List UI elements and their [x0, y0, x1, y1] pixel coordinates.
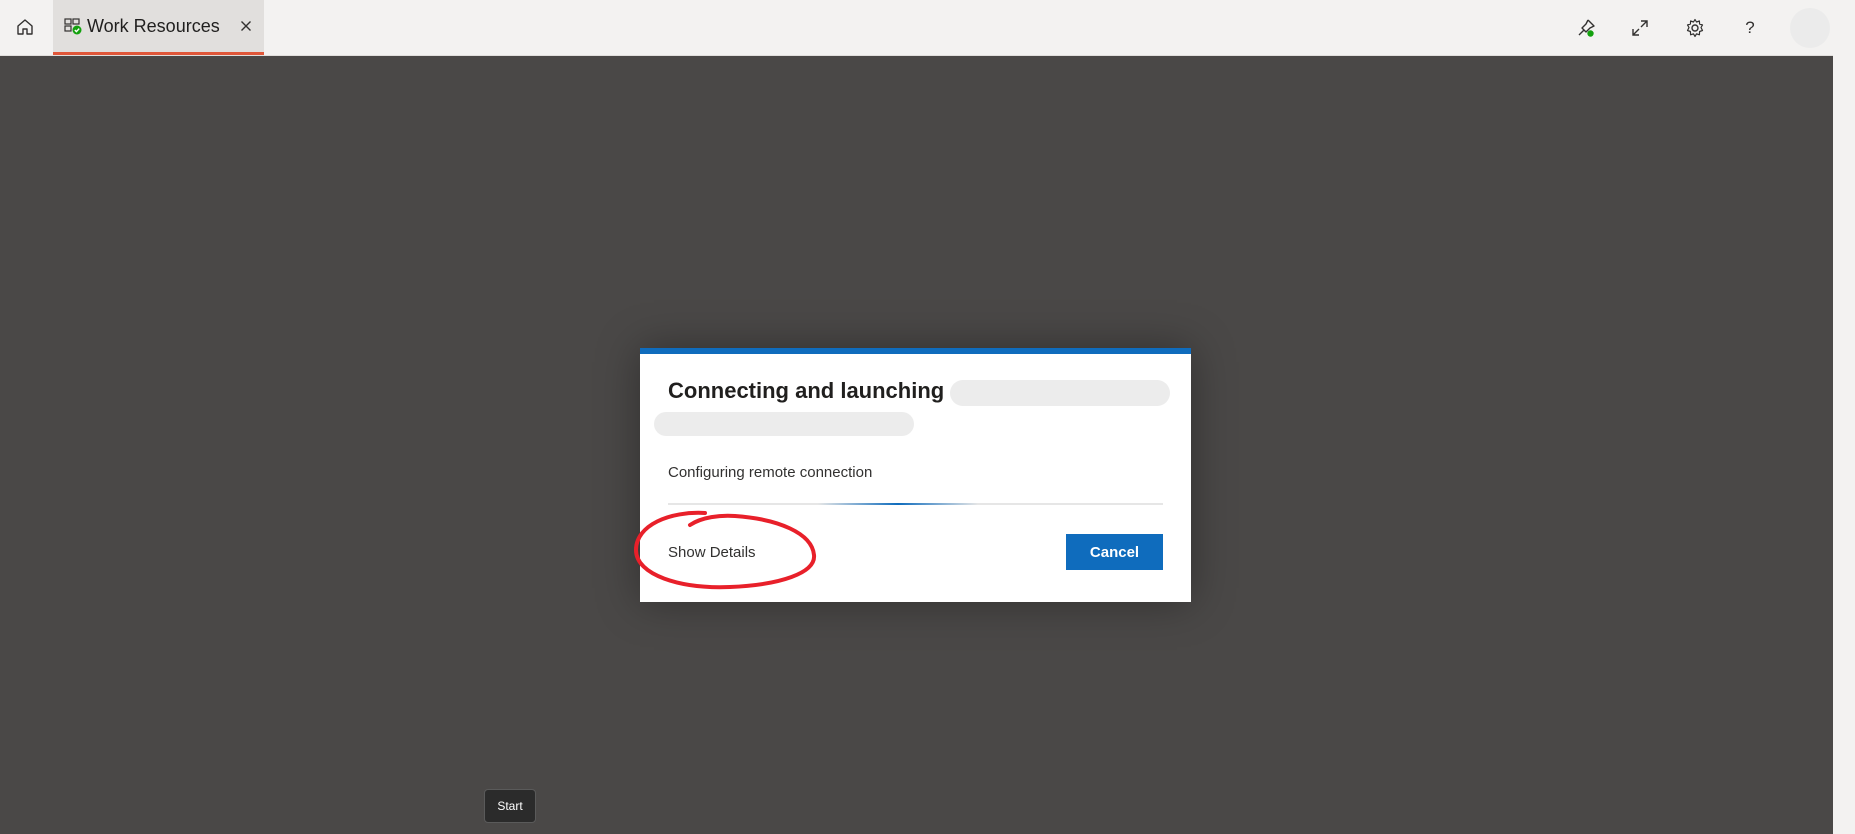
- progress-bar: [668, 503, 1163, 505]
- expand-button[interactable]: [1624, 12, 1656, 44]
- expand-icon: [1632, 20, 1648, 36]
- dialog-title: Connecting and launching: [668, 378, 945, 403]
- redacted-block: [654, 412, 914, 436]
- scrollbar-gutter: [1833, 0, 1855, 834]
- tab-close-button[interactable]: [236, 16, 256, 36]
- connection-dialog: Connecting and launching Configuring rem…: [640, 348, 1191, 602]
- status-text: Configuring remote connection: [668, 464, 873, 481]
- gear-icon: [1686, 18, 1704, 38]
- remote-app-window: Work Resources ? Connecting and launchin…: [0, 0, 1855, 834]
- help-button[interactable]: ?: [1734, 12, 1766, 44]
- home-button[interactable]: [8, 10, 42, 44]
- tab-label: Work Resources: [87, 15, 220, 36]
- help-icon: ?: [1745, 18, 1755, 37]
- tab-work-resources[interactable]: Work Resources: [53, 0, 264, 55]
- pin-button[interactable]: [1570, 12, 1602, 44]
- start-tooltip: Start: [484, 789, 536, 823]
- settings-button[interactable]: [1679, 12, 1711, 44]
- pin-icon: [1578, 19, 1595, 37]
- avatar[interactable]: [1790, 8, 1830, 48]
- progress-indicator: [818, 503, 978, 505]
- show-details-link[interactable]: Show Details: [668, 544, 756, 561]
- remote-desktop-icon: [64, 17, 82, 35]
- cancel-button[interactable]: Cancel: [1066, 534, 1163, 570]
- close-icon: [241, 21, 251, 31]
- top-bar: Work Resources ?: [0, 0, 1833, 56]
- home-icon: [17, 19, 33, 35]
- redacted-block: [950, 380, 1170, 406]
